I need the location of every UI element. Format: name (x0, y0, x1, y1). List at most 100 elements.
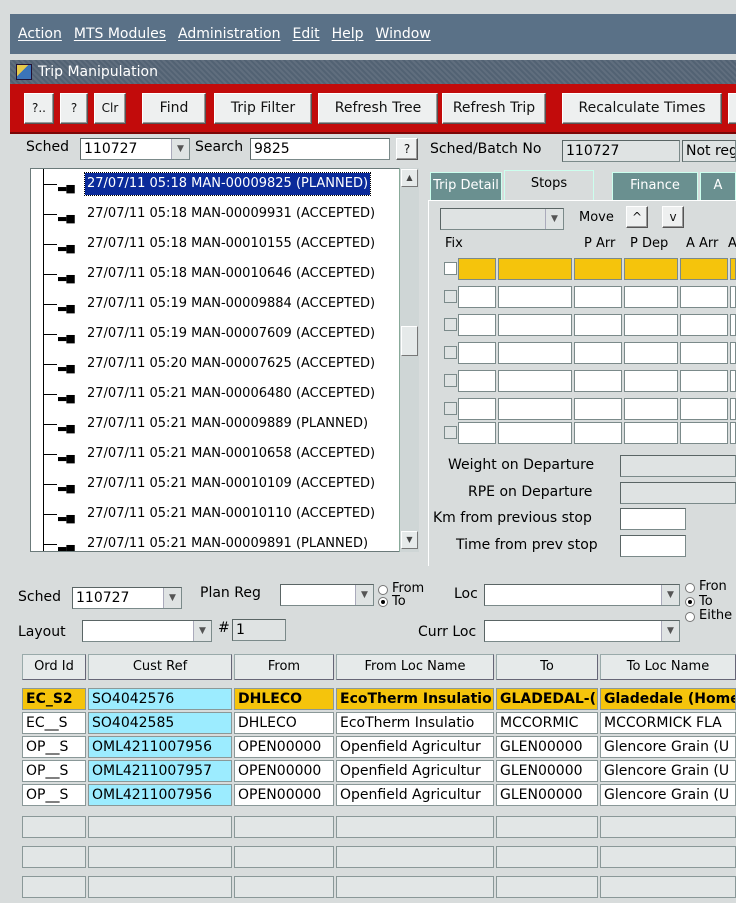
search-input[interactable]: 9825 (250, 138, 390, 160)
table-cell[interactable]: OPEN00000 (234, 736, 334, 758)
loc-select[interactable]: ▼ (484, 584, 680, 606)
menu-action[interactable]: Action (18, 26, 62, 42)
chevron-down-icon[interactable]: ▼ (171, 139, 189, 159)
stop-cell[interactable] (624, 342, 678, 364)
table-cell[interactable]: EC__S (22, 712, 86, 734)
stop-cell[interactable] (730, 258, 736, 280)
move-down-button[interactable]: v (662, 206, 684, 228)
find-button[interactable]: Find (142, 93, 206, 124)
stop-cell[interactable] (624, 314, 678, 336)
table-cell[interactable]: OML4211007956 (88, 736, 232, 758)
empty-cell[interactable] (88, 816, 232, 838)
tab-stops[interactable]: Stops (504, 170, 594, 200)
stop-cell[interactable] (730, 314, 736, 336)
tree-item[interactable]: ▬■ 27/07/11 05:21 MAN-00009891 (PLANNED) (31, 533, 401, 551)
table-cell[interactable]: EcoTherm Insulatio (336, 712, 494, 734)
tree-item[interactable]: ▬■ 27/07/11 05:18 MAN-00010155 (ACCEPTED… (31, 233, 401, 255)
stop-cell[interactable] (498, 286, 572, 308)
stop-cell[interactable] (498, 422, 572, 444)
right-from-radio[interactable] (685, 583, 695, 593)
km-field[interactable] (620, 508, 686, 530)
stop-cell[interactable] (498, 258, 572, 280)
stop-cell[interactable] (574, 398, 622, 420)
fix-checkbox[interactable] (444, 426, 457, 439)
either-radio[interactable] (685, 612, 695, 622)
stop-select[interactable]: ▼ (440, 208, 564, 230)
stop-cell[interactable] (624, 370, 678, 392)
table-cell[interactable]: OP__S (22, 736, 86, 758)
stop-cell[interactable] (680, 398, 728, 420)
stop-cell[interactable] (458, 342, 496, 364)
stop-cell[interactable] (458, 422, 496, 444)
clear-button[interactable]: Clr (94, 93, 126, 124)
stop-cell[interactable] (574, 286, 622, 308)
stop-cell[interactable] (730, 370, 736, 392)
tree-item[interactable]: ▬■ 27/07/11 05:21 MAN-00010658 (ACCEPTED… (31, 443, 401, 465)
fix-checkbox[interactable] (444, 374, 457, 387)
tree-item[interactable]: ▬■ 27/07/11 05:18 MAN-00009825 (PLANNED) (31, 172, 401, 196)
table-cell[interactable]: MCCORMICK FLA (600, 712, 736, 734)
stop-cell[interactable] (498, 314, 572, 336)
empty-cell[interactable] (88, 876, 232, 898)
empty-cell[interactable] (600, 846, 736, 868)
stop-cell[interactable] (458, 398, 496, 420)
tree-item[interactable]: ▬■ 27/07/11 05:21 MAN-00009889 (PLANNED) (31, 413, 401, 435)
menu-edit[interactable]: Edit (292, 26, 319, 42)
sched-select[interactable]: 110727 ▼ (80, 138, 190, 160)
stop-cell[interactable] (730, 342, 736, 364)
empty-cell[interactable] (336, 816, 494, 838)
table-cell[interactable]: DHLECO (234, 712, 334, 734)
fix-checkbox[interactable] (444, 402, 457, 415)
table-cell[interactable]: EcoTherm Insulatio (336, 688, 494, 710)
fix-checkbox[interactable] (444, 290, 457, 303)
chevron-down-icon[interactable]: ▼ (661, 621, 679, 641)
stop-cell[interactable] (680, 286, 728, 308)
stop-cell[interactable] (498, 342, 572, 364)
plan-reg-select[interactable]: ▼ (280, 584, 374, 606)
stop-cell[interactable] (498, 398, 572, 420)
stop-cell[interactable] (624, 398, 678, 420)
table-cell[interactable]: Glencore Grain (U (600, 760, 736, 782)
col-to-loc-name[interactable]: To Loc Name (600, 654, 736, 680)
stop-cell[interactable] (624, 258, 678, 280)
empty-cell[interactable] (496, 816, 598, 838)
empty-cell[interactable] (496, 876, 598, 898)
layout-select[interactable]: ▼ (82, 620, 212, 642)
empty-cell[interactable] (234, 816, 334, 838)
stop-cell[interactable] (730, 286, 736, 308)
empty-cell[interactable] (22, 846, 86, 868)
tab-a[interactable]: A (700, 172, 736, 200)
table-cell[interactable]: Gladedale (Home (600, 688, 736, 710)
trip-filter-button[interactable]: Trip Filter (214, 93, 312, 124)
col-from-loc-name[interactable]: From Loc Name (336, 654, 494, 680)
stop-cell[interactable] (680, 314, 728, 336)
table-cell[interactable]: Openfield Agricultur (336, 760, 494, 782)
stop-cell[interactable] (458, 370, 496, 392)
table-cell[interactable]: GLEN00000 (496, 784, 598, 806)
empty-cell[interactable] (336, 846, 494, 868)
menu-window[interactable]: Window (376, 26, 431, 42)
table-cell[interactable]: GLEN00000 (496, 760, 598, 782)
empty-cell[interactable] (22, 816, 86, 838)
refresh-tree-button[interactable]: Refresh Tree (318, 93, 438, 124)
table-cell[interactable]: Glencore Grain (U (600, 784, 736, 806)
empty-cell[interactable] (600, 816, 736, 838)
stop-cell[interactable] (574, 258, 622, 280)
filter-sched-select[interactable]: 110727 ▼ (72, 587, 182, 609)
table-cell[interactable]: EC_S2 (22, 688, 86, 710)
stop-cell[interactable] (498, 370, 572, 392)
stop-cell[interactable] (458, 314, 496, 336)
from-radio[interactable] (378, 585, 388, 595)
table-cell[interactable]: OPEN00000 (234, 784, 334, 806)
tree-item[interactable]: ▬■ 27/07/11 05:21 MAN-00006480 (ACCEPTED… (31, 383, 401, 405)
chevron-down-icon[interactable]: ▼ (163, 588, 181, 608)
table-cell[interactable]: Openfield Agricultur (336, 784, 494, 806)
stop-cell[interactable] (574, 370, 622, 392)
fix-checkbox[interactable] (444, 318, 457, 331)
tree-item[interactable]: ▬■ 27/07/11 05:18 MAN-00010646 (ACCEPTED… (31, 263, 401, 285)
tab-trip-detail[interactable]: Trip Detail (430, 172, 502, 200)
tree-item[interactable]: ▬■ 27/07/11 05:20 MAN-00007625 (ACCEPTED… (31, 353, 401, 375)
refresh-trip-button[interactable]: Refresh Trip (442, 93, 546, 124)
empty-cell[interactable] (496, 846, 598, 868)
table-cell[interactable]: Glencore Grain (U (600, 736, 736, 758)
